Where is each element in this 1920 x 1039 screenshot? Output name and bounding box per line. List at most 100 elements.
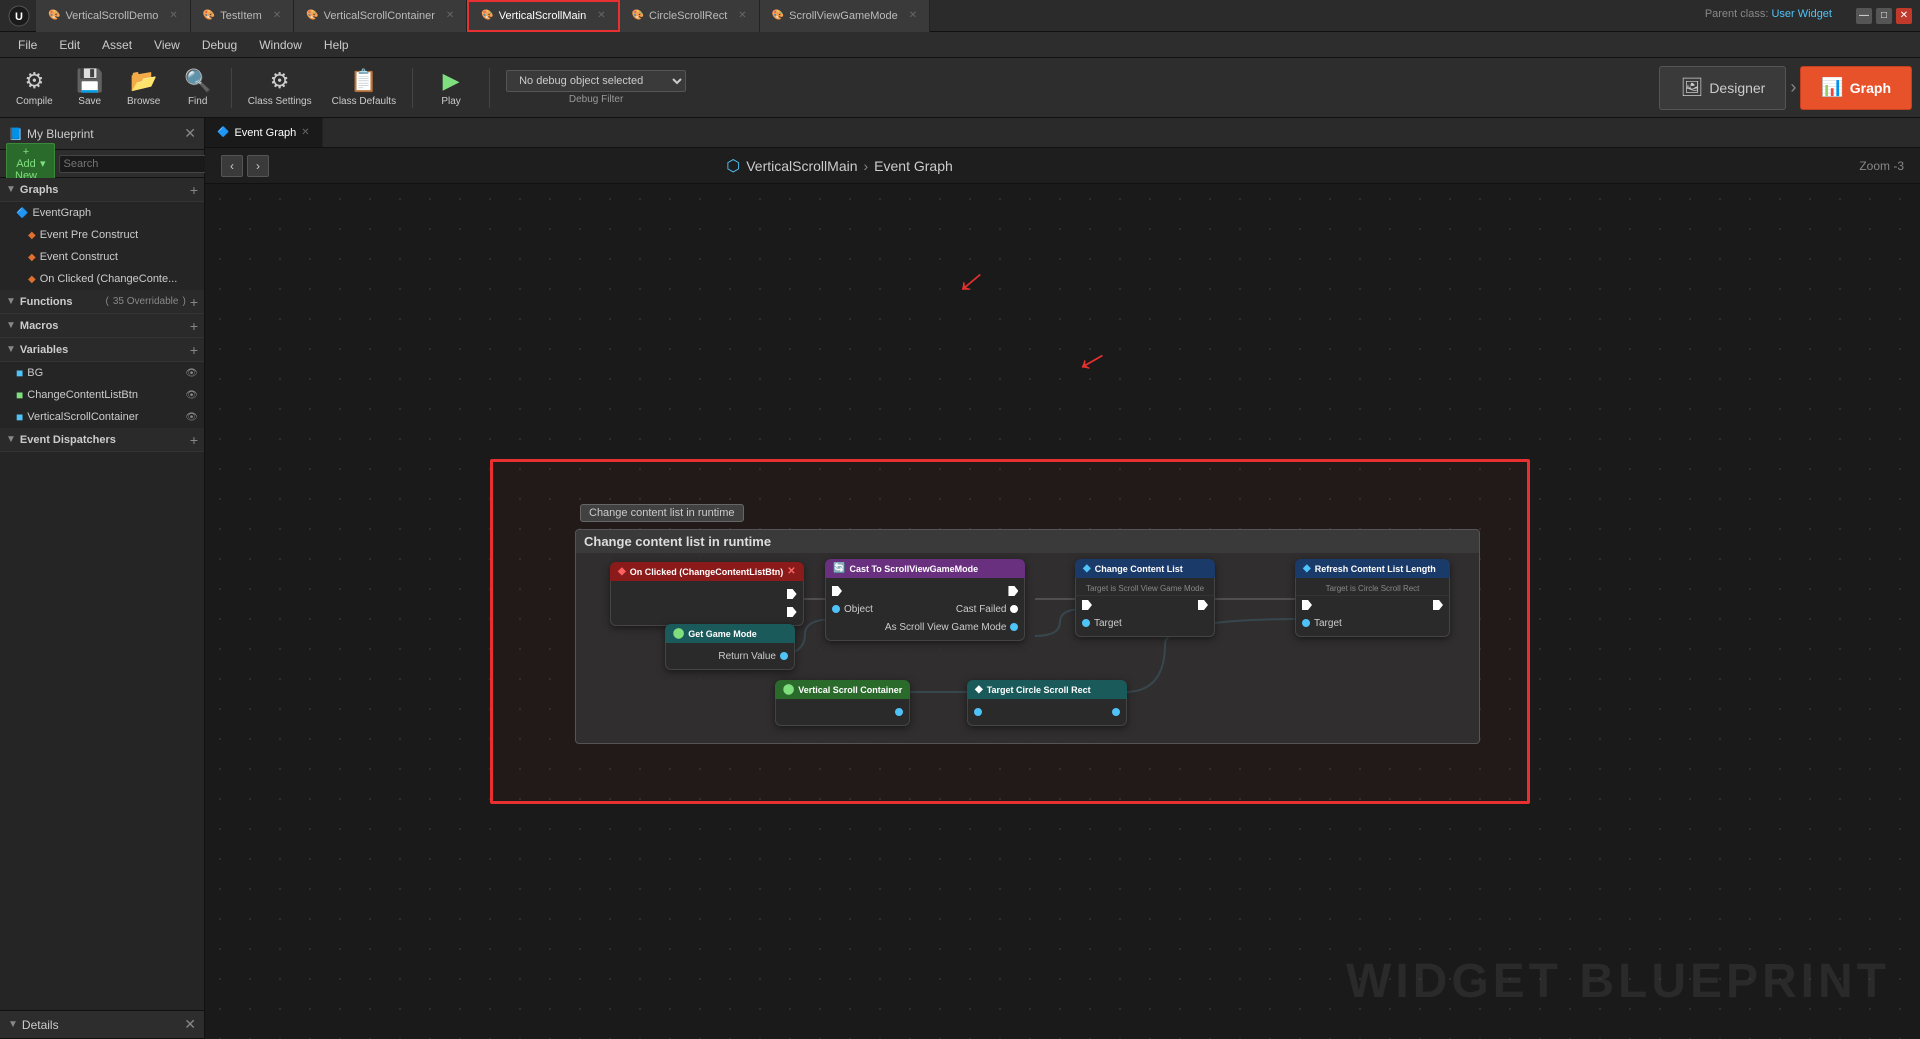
compile-button[interactable]: ⚙ Compile: [8, 64, 61, 111]
tab-close-icon[interactable]: ✕: [597, 10, 605, 21]
save-button[interactable]: 💾 Save: [65, 64, 115, 111]
tab-vertical-scroll-container[interactable]: 🎨 VerticalScrollContainer ✕: [294, 0, 467, 32]
vertical-scroll-container-node[interactable]: ⬤ Vertical Scroll Container: [775, 680, 910, 726]
vertical-scroll-container-variable-item[interactable]: ■ VerticalScrollContainer 👁: [0, 406, 204, 428]
exec-out-pin: [1008, 586, 1018, 596]
toolbar: ⚙ Compile 💾 Save 📂 Browse 🔍 Find ⚙ Class…: [0, 58, 1920, 118]
tab-close-icon[interactable]: ✕: [738, 10, 746, 21]
refresh-content-body: Target is Circle Scroll Rect Target: [1295, 578, 1450, 637]
graph-canvas[interactable]: → → Change content list in runtime Chang…: [205, 184, 1920, 1039]
menu-edit[interactable]: Edit: [49, 36, 90, 54]
designer-button[interactable]: 🖼 Designer: [1659, 66, 1786, 110]
add-variable-button[interactable]: +: [190, 342, 198, 358]
find-button[interactable]: 🔍 Find: [173, 64, 223, 111]
navigate-back-button[interactable]: ‹: [221, 155, 243, 177]
details-header: ▼ Details ✕: [0, 1011, 204, 1039]
variable-expose-icon: 👁: [185, 368, 198, 379]
menu-window[interactable]: Window: [249, 36, 312, 54]
class-defaults-icon: 📋: [350, 68, 377, 94]
play-button[interactable]: ▶ Play: [421, 64, 481, 111]
debug-filter-select[interactable]: No debug object selected: [506, 70, 686, 92]
tab-test-item[interactable]: 🎨 TestItem ✕: [191, 0, 294, 32]
add-macro-button[interactable]: +: [190, 318, 198, 334]
window-controls: Parent class: User Widget — □ ✕: [1705, 8, 1912, 24]
navigate-forward-button[interactable]: ›: [247, 155, 269, 177]
change-content-btn-variable-item[interactable]: ■ ChangeContentListBtn 👁: [0, 384, 204, 406]
graph-icon: 📊: [1821, 77, 1843, 98]
menu-view[interactable]: View: [144, 36, 190, 54]
class-defaults-button[interactable]: 📋 Class Defaults: [324, 64, 404, 111]
tab-close-icon[interactable]: ✕: [909, 10, 917, 21]
eventgraph-item[interactable]: 🔷 EventGraph: [0, 202, 204, 224]
tab-close-icon[interactable]: ✕: [446, 10, 454, 21]
variables-section-header[interactable]: ▼ Variables +: [0, 338, 204, 362]
window-minimize-button[interactable]: —: [1856, 8, 1872, 24]
target-circle-node[interactable]: ◆ Target Circle Scroll Rect: [967, 680, 1127, 726]
add-function-button[interactable]: +: [190, 294, 198, 310]
graphs-section-header[interactable]: ▼ Graphs +: [0, 178, 204, 202]
graph-button[interactable]: 📊 Graph: [1800, 66, 1912, 110]
macros-section-header[interactable]: ▼ Macros +: [0, 314, 204, 338]
node-icon: ◆: [975, 684, 983, 695]
event-graph-tab[interactable]: 🔷 Event Graph ✕: [205, 118, 323, 147]
event-dispatchers-collapse-icon: ▼: [6, 434, 16, 445]
bg-variable-item[interactable]: ■ BG 👁: [0, 362, 204, 384]
as-scroll-pin: [1010, 623, 1018, 631]
diamond-icon: ◆: [28, 230, 36, 241]
on-clicked-item[interactable]: ◆ On Clicked (ChangeConte...: [0, 268, 204, 290]
event-construct-item[interactable]: ◆ Event Construct: [0, 246, 204, 268]
browse-button[interactable]: 📂 Browse: [119, 64, 169, 111]
zoom-level: Zoom -3: [1859, 159, 1904, 173]
functions-section-header[interactable]: ▼ Functions (35 Overridable) +: [0, 290, 204, 314]
var-icon: ⬤: [783, 684, 794, 695]
event-graph-tab-close[interactable]: ✕: [301, 127, 309, 138]
find-icon: 🔍: [184, 68, 211, 94]
window-close-button[interactable]: ✕: [1896, 8, 1912, 24]
tab-circle-scroll-rect[interactable]: 🎨 CircleScrollRect ✕: [620, 0, 760, 32]
designer-icon: 🖼: [1680, 77, 1703, 98]
menu-asset[interactable]: Asset: [92, 36, 142, 54]
on-clicked-node[interactable]: ◆ On Clicked (ChangeContentListBtn) ✕: [610, 562, 804, 626]
arrow-annotation-2: →: [1066, 337, 1123, 396]
get-game-mode-node[interactable]: ⬤ Get Game Mode Return Value: [665, 624, 795, 670]
tab-close-icon[interactable]: ✕: [273, 10, 281, 21]
tab-scroll-view-game-mode[interactable]: 🎨 ScrollViewGameMode ✕: [760, 0, 930, 32]
get-icon: ⬤: [673, 628, 684, 639]
my-blueprint-collapse-button[interactable]: ✕: [184, 125, 196, 142]
cast-icon: 🔄: [833, 563, 845, 574]
cast-failed-pin: [1010, 605, 1018, 613]
graphs-collapse-icon: ▼: [6, 184, 16, 195]
output-pin: [895, 708, 903, 716]
event-dispatchers-section-header[interactable]: ▼ Event Dispatchers +: [0, 428, 204, 452]
menu-debug[interactable]: Debug: [192, 36, 247, 54]
cast-to-node[interactable]: 🔄 Cast To ScrollViewGameMode Object: [825, 559, 1025, 641]
pin-as-scroll: As Scroll View Game Mode: [879, 618, 1025, 636]
chevron-right-icon: ›: [1790, 77, 1796, 98]
tab-icon: 🎨: [48, 10, 60, 21]
menu-file[interactable]: File: [8, 36, 47, 54]
get-game-mode-header: ⬤ Get Game Mode: [665, 624, 795, 643]
add-graph-button[interactable]: +: [190, 182, 198, 198]
search-input[interactable]: [64, 158, 206, 170]
event-pre-construct-item[interactable]: ◆ Event Pre Construct: [0, 224, 204, 246]
refresh-content-node[interactable]: ◆ Refresh Content List Length Target is …: [1295, 559, 1450, 637]
ue-logo: U: [8, 5, 30, 27]
menu-help[interactable]: Help: [314, 36, 359, 54]
tab-vertical-scroll-demo[interactable]: 🎨 VerticalScrollDemo ✕: [36, 0, 191, 32]
details-collapse-button[interactable]: ✕: [184, 1016, 196, 1033]
add-event-dispatcher-button[interactable]: +: [190, 432, 198, 448]
tab-vertical-scroll-main[interactable]: 🎨 VerticalScrollMain ✕: [467, 0, 619, 32]
save-icon: 💾: [76, 68, 103, 94]
titlebar: U 🎨 VerticalScrollDemo ✕ 🎨 TestItem ✕ 🎨 …: [0, 0, 1920, 32]
tab-bar: 🎨 VerticalScrollDemo ✕ 🎨 TestItem ✕ 🎨 Ve…: [36, 0, 1697, 32]
comment-label: Change content list in runtime: [580, 504, 744, 522]
class-settings-button[interactable]: ⚙ Class Settings: [240, 64, 320, 111]
details-panel: ▼ Details ✕: [0, 1010, 204, 1039]
change-content-body: Target is Scroll View Game Mode Target: [1075, 578, 1215, 637]
variable-type-icon: ■: [16, 388, 23, 402]
change-content-node[interactable]: ◆ Change Content List Target is Scroll V…: [1075, 559, 1215, 637]
breadcrumb-path: ⬡ VerticalScrollMain › Event Graph: [726, 156, 953, 176]
output-pin: [1112, 708, 1120, 716]
window-maximize-button[interactable]: □: [1876, 8, 1892, 24]
tab-close-icon[interactable]: ✕: [169, 10, 177, 21]
